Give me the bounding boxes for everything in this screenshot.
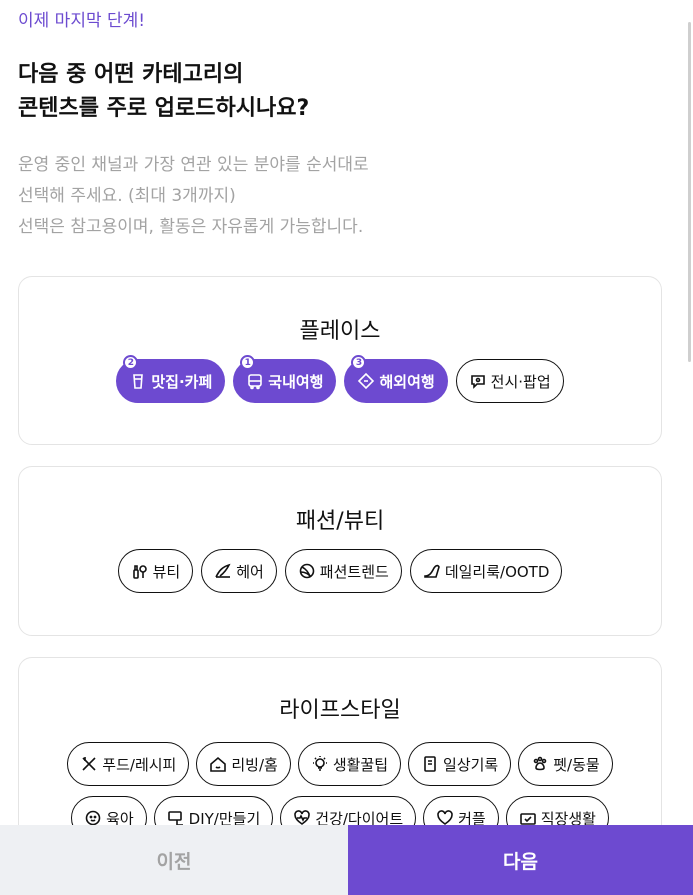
chip-beauty[interactable]: 뷰티 (117, 549, 194, 593)
cosmetics-icon (131, 562, 149, 580)
ticket-icon (357, 372, 375, 390)
title-line-2: 콘텐츠를 주로 업로드하시나요? (18, 96, 310, 121)
step-label: 이제 마지막 단계! (18, 11, 146, 31)
chip-label: 맛집·카페 (151, 372, 213, 391)
chip-row: 푸드/레시피 리빙/홈 생활꿀팁 일상기록 펫/동물 (19, 742, 661, 786)
scrollbar[interactable] (688, 22, 691, 362)
next-button[interactable]: 다음 (348, 825, 693, 895)
category-card-place: 플레이스 2 맛집·카페 1 국내여행 3 해외여행 전시·팝업 (18, 276, 662, 445)
chip-label: 국내여행 (268, 372, 324, 391)
paw-icon (531, 755, 549, 773)
category-card-fashion-beauty: 패션/뷰티 뷰티 헤어 패션트렌드 데일리룩/OOTD (18, 466, 662, 636)
chip-food-recipe[interactable]: 푸드/레시피 (67, 742, 190, 786)
category-title: 패션/뷰티 (295, 509, 385, 534)
desc-line-1: 운영 중인 채널과 가장 연관 있는 분야를 순서대로 (18, 155, 369, 175)
chip-daily-record[interactable]: 일상기록 (408, 742, 512, 786)
bottom-bar: 이전 다음 (0, 825, 693, 895)
chip-label: 펫/동물 (553, 755, 600, 774)
exhibit-icon (469, 372, 487, 390)
chip-label: 패션트렌드 (319, 562, 389, 581)
desc-line-3: 선택은 참고용이며, 활동은 자유롭게 가능합니다. (18, 217, 364, 237)
chip-hair[interactable]: 헤어 (201, 549, 277, 593)
category-title: 라이프스타일 (279, 698, 401, 723)
chip-daily-look[interactable]: 데일리룩/OOTD (409, 549, 563, 593)
order-badge: 1 (240, 355, 256, 370)
cup-icon (129, 372, 147, 390)
chip-overseas-travel[interactable]: 3 해외여행 (344, 355, 448, 403)
bulb-icon (311, 755, 329, 773)
chip-food-cafe[interactable]: 2 맛집·카페 (116, 355, 226, 403)
heel-icon (423, 562, 441, 580)
order-badge: 2 (123, 355, 139, 370)
chip-label: 푸드/레시피 (102, 755, 177, 774)
chip-row: 2 맛집·카페 1 국내여행 3 해외여행 전시·팝업 (19, 355, 661, 403)
category-title: 플레이스 (299, 319, 381, 344)
chip-label: 생활꿀팁 (332, 755, 389, 774)
description: 운영 중인 채널과 가장 연관 있는 분야를 순서대로 선택해 주세요. (최대… (18, 150, 369, 243)
chip-label: 일상기록 (443, 755, 499, 774)
hair-icon (214, 562, 232, 580)
chip-pet-animal[interactable]: 펫/동물 (518, 742, 613, 786)
chip-row: 뷰티 헤어 패션트렌드 데일리룩/OOTD (19, 549, 661, 593)
chip-label: 데일리룩/OOTD (444, 562, 550, 581)
utensils-icon (80, 755, 98, 773)
chip-life-tips[interactable]: 생활꿀팁 (297, 742, 402, 786)
chip-label: 리빙/홈 (231, 755, 278, 774)
chip-living-home[interactable]: 리빙/홈 (196, 742, 291, 786)
desc-line-2: 선택해 주세요. (최대 3개까지) (18, 186, 236, 206)
order-badge: 3 (351, 355, 367, 370)
chip-label: 해외여행 (379, 372, 435, 391)
chip-label: 뷰티 (152, 562, 181, 581)
yarn-icon (298, 562, 316, 580)
page-title: 다음 중 어떤 카테고리의 콘텐츠를 주로 업로드하시나요? (18, 58, 309, 126)
chip-label: 전시·팝업 (490, 372, 551, 391)
chip-fashion-trend[interactable]: 패션트렌드 (284, 549, 402, 593)
bus-icon (246, 372, 264, 390)
prev-button[interactable]: 이전 (0, 825, 348, 895)
chip-label: 헤어 (236, 562, 264, 581)
home-icon (209, 755, 227, 773)
title-line-1: 다음 중 어떤 카테고리의 (18, 62, 244, 87)
notebook-icon (421, 755, 439, 773)
chip-exhibition-popup[interactable]: 전시·팝업 (455, 359, 564, 403)
chip-domestic-travel[interactable]: 1 국내여행 (233, 355, 337, 403)
